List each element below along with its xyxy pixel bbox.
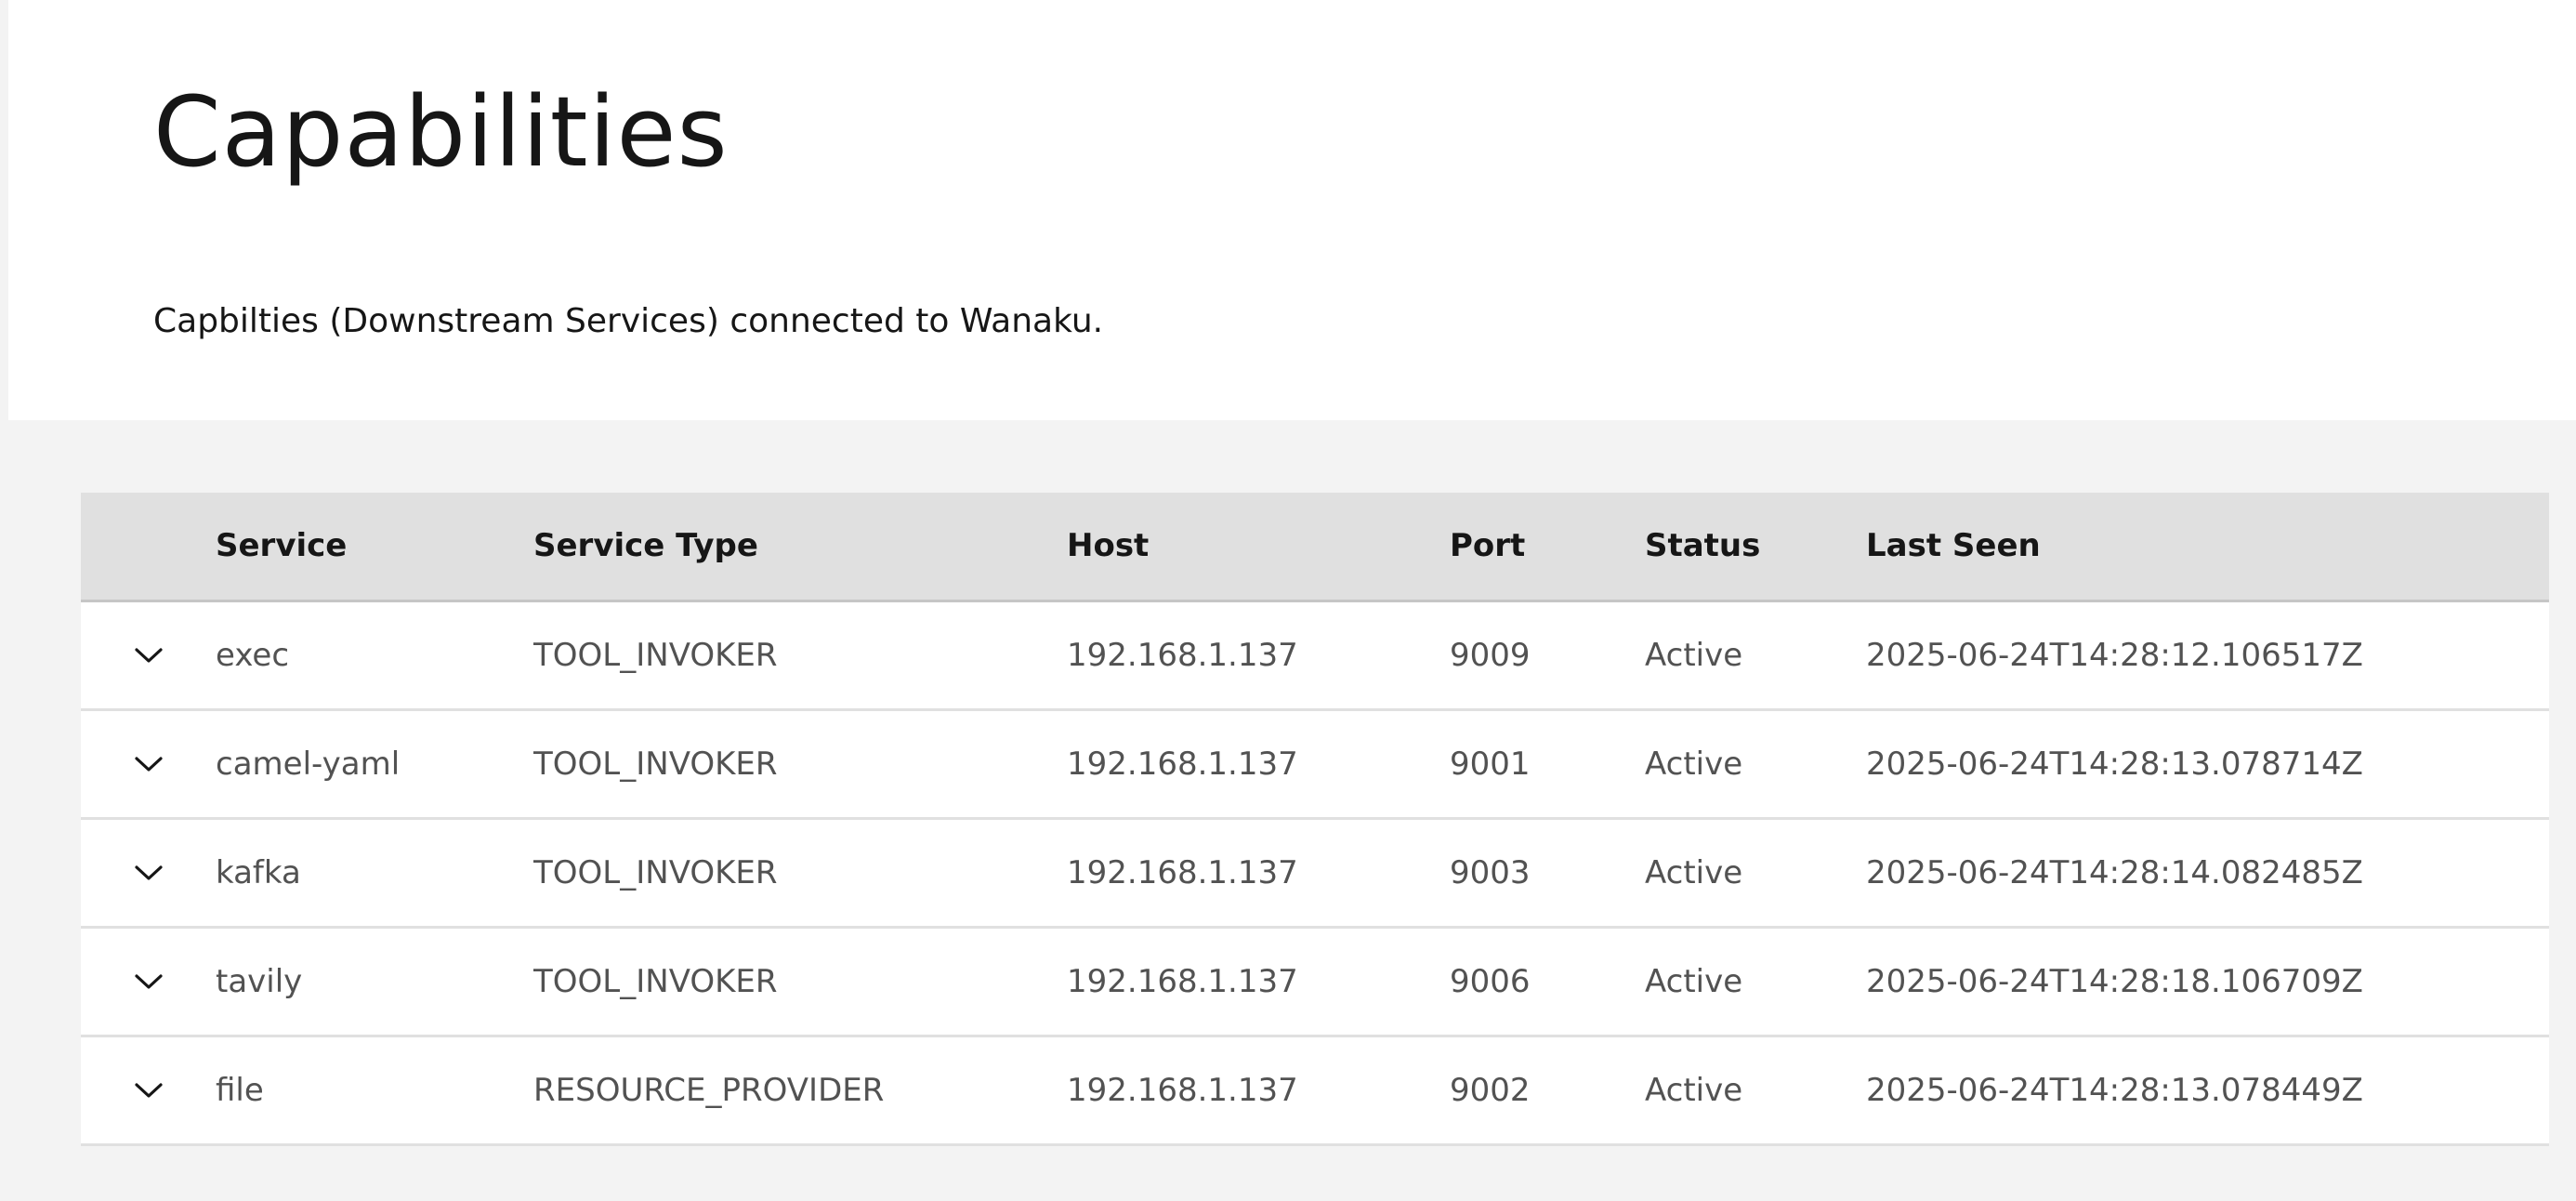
chevron-down-icon xyxy=(134,756,163,772)
cell-service: file xyxy=(216,1036,533,1146)
table-row: file RESOURCE_PROVIDER 192.168.1.137 900… xyxy=(81,1036,2549,1146)
cell-port: 9002 xyxy=(1450,1036,1645,1146)
header-host: Host xyxy=(1067,493,1450,602)
cell-port: 9001 xyxy=(1450,709,1645,820)
expand-cell xyxy=(81,818,216,929)
cell-service: tavily xyxy=(216,927,533,1037)
cell-service: kafka xyxy=(216,818,533,929)
header-port: Port xyxy=(1450,493,1645,602)
expand-row-button[interactable] xyxy=(121,954,177,1010)
header-service-type: Service Type xyxy=(533,493,1067,602)
expand-cell xyxy=(81,600,216,711)
cell-status: Active xyxy=(1645,709,1866,820)
table-row: exec TOOL_INVOKER 192.168.1.137 9009 Act… xyxy=(81,600,2549,711)
chevron-down-icon xyxy=(134,973,163,989)
expand-row-button[interactable] xyxy=(121,845,177,901)
cell-last-seen: 2025-06-24T14:28:14.082485Z xyxy=(1866,818,2549,929)
table-row: camel-yaml TOOL_INVOKER 192.168.1.137 90… xyxy=(81,709,2549,820)
cell-service-type: TOOL_INVOKER xyxy=(533,709,1067,820)
left-edge xyxy=(0,0,8,420)
table-row: kafka TOOL_INVOKER 192.168.1.137 9003 Ac… xyxy=(81,818,2549,929)
header-service: Service xyxy=(216,493,533,602)
cell-last-seen: 2025-06-24T14:28:18.106709Z xyxy=(1866,927,2549,1037)
page-description: Capbilties (Downstream Services) connect… xyxy=(153,302,1104,340)
expand-cell xyxy=(81,709,216,820)
cell-status: Active xyxy=(1645,818,1866,929)
cell-service: camel-yaml xyxy=(216,709,533,820)
chevron-down-icon xyxy=(134,864,163,880)
cell-service-type: TOOL_INVOKER xyxy=(533,818,1067,929)
cell-service-type: RESOURCE_PROVIDER xyxy=(533,1036,1067,1146)
expand-row-button[interactable] xyxy=(121,1062,177,1118)
expand-row-button[interactable] xyxy=(121,736,177,792)
cell-service-type: TOOL_INVOKER xyxy=(533,927,1067,1037)
table-header-row: Service Service Type Host Port Status La… xyxy=(81,493,2549,602)
cell-status: Active xyxy=(1645,600,1866,711)
cell-host: 192.168.1.137 xyxy=(1067,818,1450,929)
capabilities-table-container: Service Service Type Host Port Status La… xyxy=(81,493,2549,1146)
cell-service: exec xyxy=(216,600,533,711)
expand-cell xyxy=(81,1036,216,1146)
capabilities-table: Service Service Type Host Port Status La… xyxy=(81,493,2549,1146)
table-body: exec TOOL_INVOKER 192.168.1.137 9009 Act… xyxy=(81,600,2549,1146)
cell-status: Active xyxy=(1645,927,1866,1037)
cell-last-seen: 2025-06-24T14:28:13.078714Z xyxy=(1866,709,2549,820)
header-last-seen: Last Seen xyxy=(1866,493,2549,602)
cell-host: 192.168.1.137 xyxy=(1067,709,1450,820)
expand-cell xyxy=(81,927,216,1037)
page-title: Capabilities xyxy=(153,75,729,189)
cell-status: Active xyxy=(1645,1036,1866,1146)
table-header: Service Service Type Host Port Status La… xyxy=(81,493,2549,602)
cell-last-seen: 2025-06-24T14:28:13.078449Z xyxy=(1866,1036,2549,1146)
cell-port: 9003 xyxy=(1450,818,1645,929)
header-status: Status xyxy=(1645,493,1866,602)
cell-port: 9009 xyxy=(1450,600,1645,711)
cell-host: 192.168.1.137 xyxy=(1067,1036,1450,1146)
page-header: Capabilities Capbilties (Downstream Serv… xyxy=(8,0,2576,420)
table-row: tavily TOOL_INVOKER 192.168.1.137 9006 A… xyxy=(81,927,2549,1037)
cell-host: 192.168.1.137 xyxy=(1067,600,1450,711)
chevron-down-icon xyxy=(134,647,163,663)
cell-port: 9006 xyxy=(1450,927,1645,1037)
cell-host: 192.168.1.137 xyxy=(1067,927,1450,1037)
expand-row-button[interactable] xyxy=(121,627,177,683)
chevron-down-icon xyxy=(134,1082,163,1098)
cell-service-type: TOOL_INVOKER xyxy=(533,600,1067,711)
cell-last-seen: 2025-06-24T14:28:12.106517Z xyxy=(1866,600,2549,711)
header-expand xyxy=(81,493,216,602)
